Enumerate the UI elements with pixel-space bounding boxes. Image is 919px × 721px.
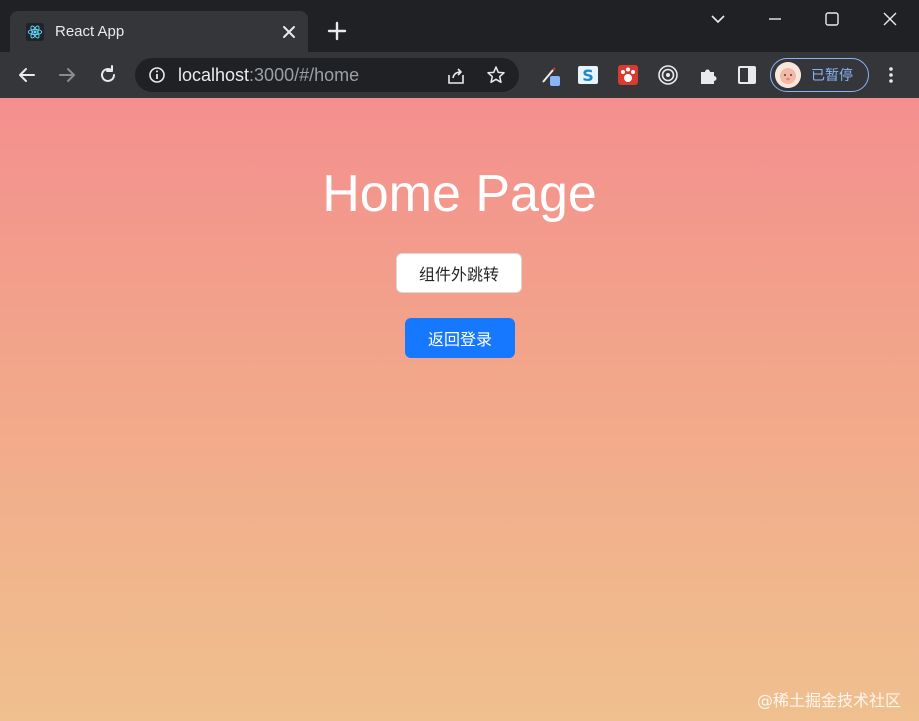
avatar-icon: [775, 62, 801, 88]
chevron-down-icon[interactable]: [708, 9, 728, 29]
page-title: Home Page: [322, 165, 597, 223]
url-host: localhost: [178, 65, 250, 85]
profile-label: 已暂停: [811, 68, 853, 84]
share-icon[interactable]: [446, 66, 466, 86]
info-icon[interactable]: [148, 66, 166, 84]
color-picker-icon[interactable]: [539, 64, 561, 86]
avatar: [775, 62, 801, 88]
plus-icon[interactable]: [327, 21, 347, 41]
s-extension-icon[interactable]: S: [577, 64, 599, 86]
forward-arrow-icon[interactable]: [56, 64, 78, 86]
more-vert-icon[interactable]: [882, 65, 900, 85]
page-viewport: Home Page 组件外跳转 返回登录 @稀土掘金技术社区: [0, 98, 919, 721]
external-jump-button[interactable]: 组件外跳转: [396, 253, 522, 293]
address-bar[interactable]: localhost:3000/#/home: [135, 58, 519, 92]
url-path: :3000/#/home: [249, 65, 360, 85]
paw-extension-icon[interactable]: [617, 64, 639, 86]
back-to-login-button[interactable]: 返回登录: [405, 318, 515, 358]
puzzle-icon[interactable]: [697, 64, 719, 86]
browser-tab[interactable]: React App: [10, 11, 308, 52]
tab-title: React App: [55, 23, 125, 40]
browser-toolbar: localhost:3000/#/home S 已暂停: [0, 52, 919, 98]
tab-strip: React App: [0, 0, 919, 52]
window-close-icon[interactable]: [880, 9, 900, 29]
minimize-icon[interactable]: [765, 9, 785, 29]
profile-button[interactable]: 已暂停: [770, 58, 869, 92]
side-panel-icon[interactable]: [736, 64, 758, 86]
star-icon[interactable]: [486, 65, 506, 85]
back-arrow-icon[interactable]: [16, 64, 38, 86]
maximize-icon[interactable]: [822, 9, 842, 29]
react-logo-icon: [26, 23, 44, 41]
target-icon[interactable]: [657, 64, 679, 86]
watermark: @稀土掘金技术社区: [756, 691, 901, 710]
close-icon[interactable]: [280, 23, 298, 41]
reload-icon[interactable]: [97, 64, 119, 86]
url-text[interactable]: localhost:3000/#/home: [178, 65, 359, 86]
svg-text:S: S: [582, 66, 594, 85]
